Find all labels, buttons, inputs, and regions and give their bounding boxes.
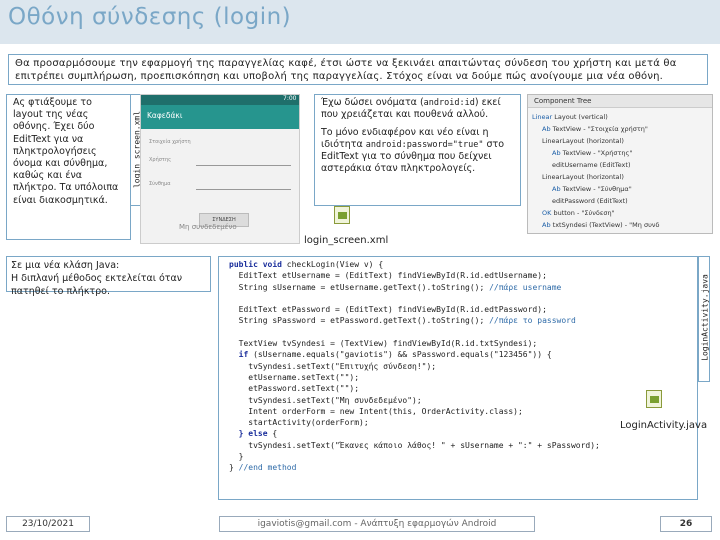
code-line: if (sUsername.equals("gaviotis") && sPas… xyxy=(229,350,552,360)
phone-status-text: Μη συνδεδεμένο xyxy=(179,223,237,231)
code-line: tvSyndesi.setText("Μη συνδεδεμένο"); xyxy=(229,395,422,405)
page-number: 26 xyxy=(660,516,712,532)
phone-preview: 7:00 Καφεδάκι Στοιχεία χρήστη Χρήστης Σύ… xyxy=(140,94,300,244)
code-listing: public void checkLogin(View v) { EditTex… xyxy=(218,256,698,500)
phone-password-label: Σύνθημα xyxy=(149,181,171,187)
component-tree-header: Component Tree xyxy=(528,95,712,108)
slide-title: Οθόνη σύνδεσης (login) xyxy=(8,4,292,30)
code-line: public void checkLogin(View v) { xyxy=(229,260,384,269)
tree-item[interactable]: Ab txtSyndesi (TextView) - "Μη συνδ xyxy=(542,221,659,229)
code-line: } //end method xyxy=(229,463,297,473)
intro-text: Θα προσαρμόσουμε την εφαρμογή της παραγγ… xyxy=(8,54,708,85)
phone-username-field[interactable] xyxy=(196,165,291,166)
java-file-name: LoginActivity.java xyxy=(620,420,708,431)
phone-time: 7:00 xyxy=(283,95,297,102)
java-file-icon xyxy=(646,390,662,408)
footer-date: 23/10/2021 xyxy=(6,516,90,532)
code-line: tvSyndesi.setText("Έκανες κάποιο λάθος! … xyxy=(229,440,600,450)
class-note: Σε μια νέα κλάση Java: Η διπλανή μέθοδος… xyxy=(6,256,211,297)
footer-author: igaviotis@gmail.com - Ανάπτυξη εφαρμογών… xyxy=(219,516,535,532)
component-tree: Component Tree Linear Layout (vertical) A… xyxy=(527,94,713,234)
code-line: EditText etUsername = (EditText) findVie… xyxy=(229,271,547,281)
code-line: String sUsername = etUsername.getText().… xyxy=(229,282,562,292)
phone-app-title: Καφεδάκι xyxy=(147,111,183,120)
tree-item[interactable]: Ab TextView - "Σύνθημα" xyxy=(552,185,632,193)
layout-note: Ας φτιάξουμε το layout της νέας οθόνης. … xyxy=(6,94,131,240)
tree-item[interactable]: Ab TextView - "Στοιχεία χρήστη" xyxy=(542,125,648,133)
code-line: String sPassword = etPassword.getText().… xyxy=(229,316,576,326)
phone-section-label: Στοιχεία χρήστη xyxy=(149,139,191,145)
code-line: TextView tvSyndesi = (TextView) findView… xyxy=(229,339,538,349)
ids-note: Έχω δώσει ονόματα (android:id) εκεί που … xyxy=(314,94,521,206)
code-line: startActivity(orderForm); xyxy=(229,418,369,428)
code-line: etUsername.setText(""); xyxy=(229,372,360,382)
xml-file-icon xyxy=(334,206,350,224)
xml-file-label: login_screen.xml xyxy=(304,235,389,246)
tree-item[interactable]: Ab TextView - "Χρήστης" xyxy=(552,149,632,157)
code-line: } xyxy=(229,452,244,462)
tree-item[interactable]: Linear Layout (vertical) xyxy=(532,113,608,121)
tree-item[interactable]: OK button - "Σύνδεση" xyxy=(542,209,615,217)
tree-item[interactable]: editPassword (EditText) xyxy=(552,197,628,205)
tree-item[interactable]: editUsername (EditText) xyxy=(552,161,631,169)
tree-item[interactable]: LinearLayout (horizontal) xyxy=(542,137,624,145)
code-line: EditText etPassword = (EditText) findVie… xyxy=(229,305,547,315)
tree-item[interactable]: LinearLayout (horizontal) xyxy=(542,173,624,181)
code-line: tvSyndesi.setText("Επιτυχής σύνδεση!"); xyxy=(229,361,437,371)
phone-status-bar xyxy=(141,95,299,105)
phone-password-field[interactable] xyxy=(196,189,291,190)
java-file-label: LoginActivity.java xyxy=(698,256,710,382)
code-line: Intent orderForm = new Intent(this, Orde… xyxy=(229,406,523,416)
code-line: } else { xyxy=(229,429,278,439)
code-line: etPassword.setText(""); xyxy=(229,384,360,394)
phone-username-label: Χρήστης xyxy=(149,157,172,163)
